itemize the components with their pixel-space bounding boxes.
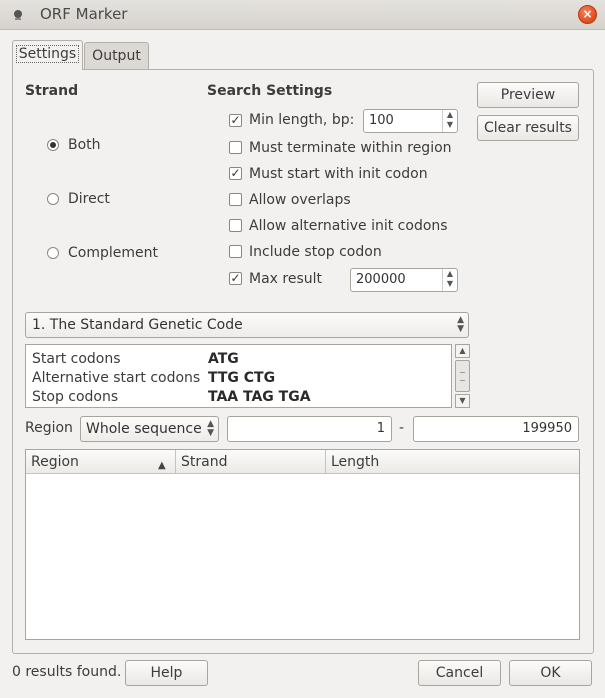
region-label: Region xyxy=(25,420,73,436)
updown-icon: ▲ ▼ xyxy=(457,315,464,334)
max-result-label: Max result xyxy=(249,271,323,287)
app-icon xyxy=(14,10,22,20)
tab-output[interactable]: Output xyxy=(84,42,149,70)
sort-ascending-icon: ▲ xyxy=(158,460,166,471)
must-terminate-checkbox[interactable] xyxy=(229,141,242,154)
radio-direct-label[interactable]: Direct xyxy=(68,191,110,207)
codon-scrollbar[interactable]: ▲ ▼ xyxy=(455,344,470,408)
results-status: 0 results found. xyxy=(12,664,122,680)
codon-info-box: Start codons ATG Alternative start codon… xyxy=(25,344,452,408)
must-start-checkbox[interactable]: ✓ xyxy=(229,167,242,180)
strand-heading: Strand xyxy=(25,83,79,99)
codon-key: Start codons xyxy=(32,351,121,367)
tab-output-label: Output xyxy=(92,48,141,64)
max-result-value: 200000 xyxy=(356,272,406,287)
must-start-label: Must start with init codon xyxy=(249,166,428,182)
region-end-field[interactable]: 199950 xyxy=(413,416,579,442)
scroll-down-icon[interactable]: ▼ xyxy=(455,394,470,408)
spin-arrows-icon[interactable]: ▲ ▼ xyxy=(442,269,457,291)
radio-direct[interactable] xyxy=(47,193,59,205)
column-header-label: Region xyxy=(31,454,79,470)
codon-value: TAA TAG TGA xyxy=(208,389,311,405)
max-result-spinbox[interactable]: 200000 ▲ ▼ xyxy=(350,268,458,292)
radio-complement[interactable] xyxy=(47,247,59,259)
region-separator: - xyxy=(399,420,405,436)
allow-alt-init-checkbox[interactable] xyxy=(229,219,242,232)
column-header-region[interactable]: Region ▲ xyxy=(26,450,176,474)
codon-key: Stop codons xyxy=(32,389,119,405)
cancel-button[interactable]: Cancel xyxy=(418,660,501,686)
tab-settings[interactable]: Settings xyxy=(12,40,83,70)
codon-value: ATG xyxy=(208,351,239,367)
scroll-thumb[interactable] xyxy=(455,360,470,392)
column-header-label: Length xyxy=(331,454,380,470)
preview-button[interactable]: Preview xyxy=(477,82,579,108)
codon-key: Alternative start codons xyxy=(32,370,201,386)
codon-value: TTG CTG xyxy=(208,370,276,386)
title-bar: ORF Marker × xyxy=(0,0,605,30)
column-header-strand[interactable]: Strand xyxy=(176,450,326,474)
table-header: Region ▲ Strand Length xyxy=(26,450,579,474)
column-header-label: Strand xyxy=(181,454,228,470)
radio-both-label[interactable]: Both xyxy=(68,137,101,153)
radio-complement-label[interactable]: Complement xyxy=(68,245,158,261)
min-length-label: Min length, bp: xyxy=(249,112,355,128)
spin-arrows-icon[interactable]: ▲ ▼ xyxy=(442,110,457,132)
tab-settings-label: Settings xyxy=(15,45,80,63)
region-start-value: 1 xyxy=(376,421,385,436)
min-length-value: 100 xyxy=(369,113,394,128)
allow-alt-init-label: Allow alternative init codons xyxy=(249,218,448,234)
min-length-checkbox[interactable]: ✓ xyxy=(229,114,242,127)
radio-both[interactable] xyxy=(47,139,59,151)
search-settings-heading: Search Settings xyxy=(207,83,333,99)
help-button[interactable]: Help xyxy=(125,660,208,686)
region-start-field[interactable]: 1 xyxy=(227,416,392,442)
window-title: ORF Marker xyxy=(40,5,128,23)
clear-results-button[interactable]: Clear results xyxy=(477,115,579,141)
include-stop-label: Include stop codon xyxy=(249,244,382,260)
region-end-value: 199950 xyxy=(522,421,572,436)
must-terminate-label: Must terminate within region xyxy=(249,140,452,156)
max-result-checkbox[interactable]: ✓ xyxy=(229,272,242,285)
column-header-length[interactable]: Length xyxy=(326,450,579,474)
region-mode-value: Whole sequence xyxy=(86,421,202,437)
min-length-spinbox[interactable]: 100 ▲ ▼ xyxy=(363,109,458,133)
region-mode-select[interactable]: Whole sequence ▲ ▼ xyxy=(80,416,219,442)
allow-overlaps-checkbox[interactable] xyxy=(229,193,242,206)
scroll-up-icon[interactable]: ▲ xyxy=(455,344,470,358)
results-table[interactable]: Region ▲ Strand Length xyxy=(25,449,580,640)
ok-button[interactable]: OK xyxy=(509,660,592,686)
include-stop-checkbox[interactable] xyxy=(229,245,242,258)
close-icon[interactable]: × xyxy=(578,5,597,24)
updown-icon: ▲ ▼ xyxy=(207,419,214,438)
genetic-code-value: 1. The Standard Genetic Code xyxy=(32,317,243,333)
genetic-code-select[interactable]: 1. The Standard Genetic Code ▲ ▼ xyxy=(25,312,469,338)
allow-overlaps-label: Allow overlaps xyxy=(249,192,351,208)
